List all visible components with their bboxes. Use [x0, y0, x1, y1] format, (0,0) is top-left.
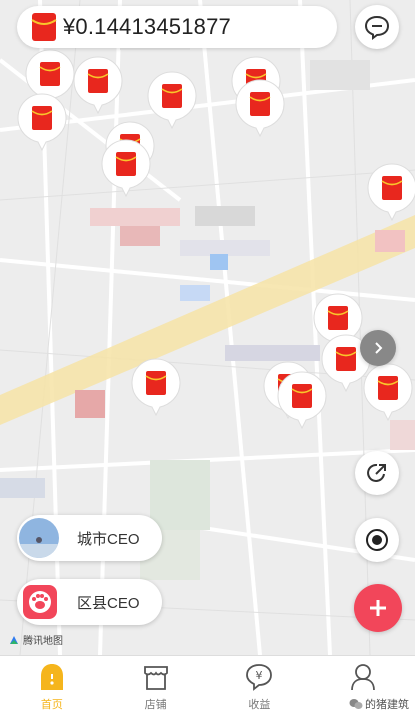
city-ceo-label: 城市CEO: [77, 530, 140, 548]
share-button[interactable]: [355, 451, 399, 495]
locate-icon: [366, 529, 388, 551]
map-provider-logo: 腾讯地图: [8, 632, 63, 647]
paw-avatar: [23, 585, 57, 619]
balance-amount: ¥0.14413451877: [63, 14, 231, 39]
watermark: 的猪建筑: [349, 696, 409, 712]
chevron-right-icon[interactable]: [360, 330, 396, 366]
city-ceo-button[interactable]: 城市CEO: [17, 515, 162, 561]
shop-icon: [143, 666, 168, 690]
red-packet-pin[interactable]: [366, 162, 415, 222]
home-icon: [40, 664, 63, 690]
tab-shop-label: 店铺: [144, 699, 167, 711]
plus-icon: [370, 600, 386, 616]
tab-earnings[interactable]: ¥ 收益: [208, 656, 312, 720]
tab-home-label: 首页: [40, 699, 63, 711]
add-button[interactable]: [354, 584, 402, 632]
balance-bar[interactable]: ¥0.14413451877: [17, 6, 337, 48]
tab-home[interactable]: 首页: [0, 656, 104, 720]
tab-earnings-label: 收益: [248, 699, 271, 711]
yuan-icon: ¥: [246, 664, 273, 691]
message-button[interactable]: [355, 5, 399, 49]
red-packet-pin[interactable]: [100, 138, 152, 198]
bottom-tab-bar: 首页 店铺 ¥ 收益 的猪建筑: [0, 655, 415, 720]
red-packet-pin[interactable]: [276, 370, 328, 430]
svg-text:¥: ¥: [256, 669, 263, 682]
share-arrow-icon: [367, 463, 386, 482]
red-packet-pin[interactable]: [130, 357, 182, 417]
locate-button[interactable]: [355, 518, 399, 562]
red-packet-pin[interactable]: [16, 92, 68, 152]
county-ceo-label: 区县CEO: [77, 594, 140, 612]
tab-shop[interactable]: 店铺: [104, 656, 208, 720]
user-icon: [351, 664, 376, 691]
chat-bubble-icon: [364, 15, 390, 40]
red-packet-pin[interactable]: [72, 55, 124, 115]
red-packet-pin[interactable]: [234, 78, 286, 138]
red-packet-icon: [31, 13, 57, 41]
city-avatar: [19, 518, 59, 558]
county-ceo-button[interactable]: 区县CEO: [17, 579, 162, 625]
red-packet-pin[interactable]: [362, 362, 414, 422]
wechat-icon: [349, 699, 363, 709]
tencent-map-icon: [10, 635, 18, 644]
